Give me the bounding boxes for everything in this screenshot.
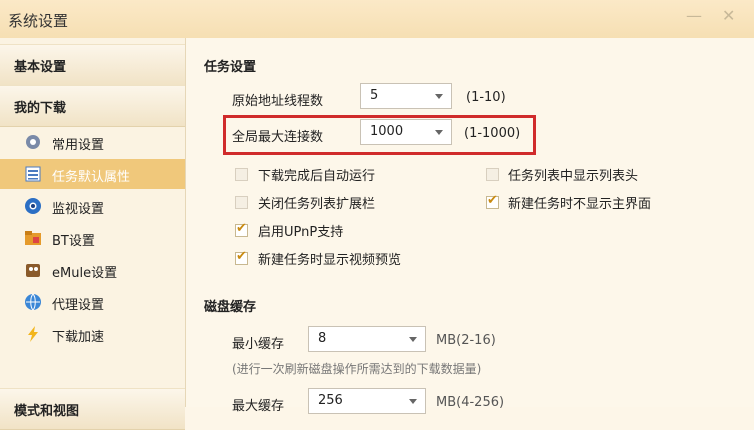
sidebar-group-basic[interactable]: 基本设置 [0,44,185,86]
sidebar-item-label: eMule设置 [52,266,118,281]
min-cache-value: 8 [318,331,327,346]
thread-count-select[interactable]: 5 [360,83,452,109]
close-expand-label: 关闭任务列表扩展栏 [258,197,376,212]
auto-run-label: 下载完成后自动运行 [258,169,376,184]
disk-section-title: 磁盘缓存 [204,300,257,315]
gear-icon [26,135,40,149]
chevron-down-icon [435,130,443,135]
chevron-down-icon [409,337,417,342]
chevron-down-icon [435,94,443,99]
max-connections-select[interactable]: 1000 [360,119,452,145]
close-icon[interactable]: ✕ [722,6,735,25]
sidebar-group-view[interactable]: 模式和视图 [0,388,185,430]
upnp-checkbox[interactable] [235,221,248,237]
min-cache-note: (进行一次刷新磁盘操作所需达到的下载数据量) [232,362,482,376]
min-cache-select[interactable]: 8 [308,326,426,352]
sidebar-item-bt[interactable]: BT设置 [0,223,185,253]
auto-run-checkbox[interactable] [235,168,248,181]
task-section-title: 任务设置 [204,60,257,75]
sidebar-item-proxy[interactable]: 代理设置 [0,287,185,317]
connection-range: (1-1000) [464,126,521,141]
thread-range: (1-10) [466,90,506,105]
min-cache-label: 最小缓存 [232,337,285,352]
lightning-icon [28,326,38,342]
sidebar-group-view-label: 模式和视图 [14,404,80,419]
show-header-label: 任务列表中显示列表头 [508,169,639,184]
sidebar-item-label: 常用设置 [52,138,105,153]
video-preview-label: 新建任务时显示视频预览 [258,253,402,268]
title-bar: 系统设置 — ✕ [0,0,754,38]
thread-count-value: 5 [370,88,379,103]
upnp-label: 启用UPnP支持 [258,225,344,240]
sidebar-item-label: 下载加速 [52,330,105,345]
settings-panel: 任务设置 原始地址线程数 5 (1-10) 全局最大连接数 1000 (1-10… [186,38,754,414]
max-connections-value: 1000 [370,124,404,139]
window-title: 系统设置 [8,12,69,30]
minimize-icon[interactable]: — [686,6,702,25]
sidebar-item-label: BT设置 [52,234,95,249]
monitor-icon [25,198,41,214]
sidebar: 基本设置 我的下载 常用设置 任务默认属性 监视设置 BT设置 eMule设置 … [0,38,186,430]
sidebar-group-download-label: 我的下载 [14,101,67,116]
video-preview-checkbox[interactable] [235,249,248,265]
connection-label: 全局最大连接数 [232,130,324,145]
sidebar-item-emule[interactable]: eMule设置 [0,255,185,285]
close-expand-checkbox[interactable] [235,196,248,209]
list-icon [25,166,41,182]
sidebar-group-basic-label: 基本设置 [14,60,67,75]
sidebar-item-common[interactable]: 常用设置 [0,127,185,157]
sidebar-item-task-defaults[interactable]: 任务默认属性 [0,159,185,189]
thread-label: 原始地址线程数 [232,94,324,109]
max-cache-select[interactable]: 256 [308,388,426,414]
sidebar-item-accelerate[interactable]: 下载加速 [0,319,185,349]
sidebar-group-download[interactable]: 我的下载 [0,85,185,127]
folder-icon [25,231,41,245]
globe-icon [25,293,41,311]
sidebar-item-monitor[interactable]: 监视设置 [0,191,185,221]
sidebar-item-label: 监视设置 [52,202,105,217]
max-cache-label: 最大缓存 [232,399,285,414]
min-cache-range: MB(2-16) [436,333,496,348]
hide-main-checkbox[interactable] [486,193,499,209]
emule-icon [26,264,40,277]
sidebar-item-label: 任务默认属性 [52,170,131,185]
max-cache-value: 256 [318,393,343,408]
show-header-checkbox[interactable] [486,168,499,181]
max-cache-range: MB(4-256) [436,395,505,410]
sidebar-item-label: 代理设置 [52,298,105,313]
chevron-down-icon [409,399,417,404]
hide-main-label: 新建任务时不显示主界面 [508,197,652,212]
